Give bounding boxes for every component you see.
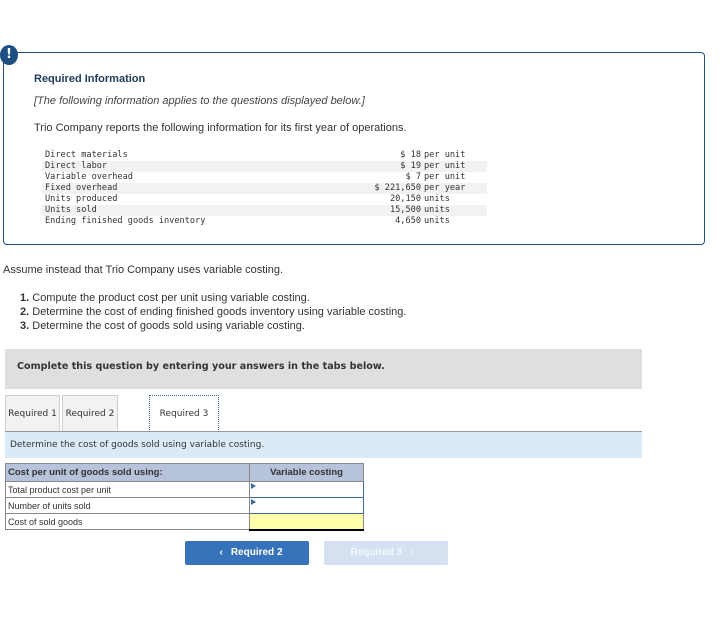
data-label: Units produced <box>45 194 118 204</box>
task-number: 2. <box>20 306 30 318</box>
input-flag-icon <box>251 483 256 489</box>
total-product-cost-cell <box>249 481 364 498</box>
answer-row-label: Number of units sold <box>5 497 250 514</box>
chevron-right-icon: › <box>410 547 414 558</box>
previous-button-label: Required 2 <box>230 547 283 558</box>
data-label: Variable overhead <box>45 172 133 182</box>
tab-required-3[interactable]: Required 3 <box>149 395 219 432</box>
data-row: Direct materials $ 18 per unit <box>42 150 487 161</box>
task-number: 3. <box>20 320 30 332</box>
task-item: 3. Determine the cost of goods sold usin… <box>20 319 406 333</box>
data-label: Direct materials <box>45 150 128 160</box>
chevron-left-icon: ‹ <box>219 547 223 558</box>
task-list: 1. Compute the product cost per unit usi… <box>20 291 406 333</box>
complete-question-banner: Complete this question by entering your … <box>5 349 642 389</box>
next-required-3-button[interactable]: Required 3 › <box>324 541 448 565</box>
data-unit: units <box>424 216 450 226</box>
task-number: 1. <box>20 292 30 304</box>
data-unit: units <box>421 205 487 216</box>
answer-row-label: Total product cost per unit <box>5 481 250 498</box>
answer-row: Number of units sold <box>5 497 364 514</box>
answer-row-label: Cost of sold goods <box>5 513 250 530</box>
task-text: Determine the cost of ending finished go… <box>32 306 407 318</box>
required-information-note: [The following information applies to th… <box>34 95 365 107</box>
task-text: Determine the cost of goods sold using v… <box>32 320 305 332</box>
data-label: Ending finished goods inventory <box>45 216 206 226</box>
input-flag-icon <box>251 499 256 505</box>
answer-header-row: Cost per unit of goods sold using: Varia… <box>5 463 364 482</box>
data-value: $ 18 <box>400 150 421 160</box>
total-product-cost-input[interactable] <box>250 482 363 497</box>
exclamation-icon: ! <box>0 45 18 65</box>
data-unit: units <box>424 194 450 204</box>
instruction-banner: Determine the cost of goods sold using v… <box>5 431 642 458</box>
task-text: Compute the product cost per unit using … <box>32 292 310 304</box>
data-row: Ending finished goods inventory 4,650 unit… <box>42 216 487 227</box>
data-unit: per unit <box>421 161 487 172</box>
units-sold-cell <box>249 497 364 514</box>
answer-header-variable-costing: Variable costing <box>249 463 364 482</box>
data-value: $ 19 <box>308 161 421 172</box>
required-information-intro: Trio Company reports the following infor… <box>34 122 407 134</box>
data-row: Fixed overhead $ 221,650 per year <box>42 183 487 194</box>
data-value: $ 7 <box>405 172 421 182</box>
task-item: 2. Determine the cost of ending finished… <box>20 305 406 319</box>
data-row: Direct labor $ 19 per unit <box>42 161 487 172</box>
tab-required-2[interactable]: Required 2 <box>62 395 118 431</box>
data-value: 15,500 <box>308 205 421 216</box>
cost-of-sold-goods-total <box>249 513 364 531</box>
previous-required-2-button[interactable]: ‹ Required 2 <box>185 541 309 565</box>
data-unit: per unit <box>424 172 466 182</box>
answer-header-label: Cost per unit of goods sold using: <box>5 463 250 482</box>
task-item: 1. Compute the product cost per unit usi… <box>20 291 406 305</box>
data-value: 20,150 <box>389 194 421 204</box>
answer-row: Cost of sold goods <box>5 513 364 531</box>
data-row: Units produced 20,150 units <box>42 194 487 205</box>
answer-table: Cost per unit of goods sold using: Varia… <box>5 463 364 531</box>
units-sold-input[interactable] <box>250 498 363 513</box>
data-label: Direct labor <box>42 161 308 172</box>
data-label: Units sold <box>42 205 308 216</box>
company-data-table: Direct materials $ 18 per unit Direct labo… <box>42 150 487 227</box>
data-value: 4,650 <box>395 216 421 226</box>
next-button-label: Required 3 <box>350 547 403 558</box>
assumption-text: Assume instead that Trio Company uses va… <box>3 264 284 276</box>
data-label: Fixed overhead <box>42 183 308 194</box>
required-information-title: Required Information <box>34 73 146 85</box>
answer-row: Total product cost per unit <box>5 481 364 498</box>
data-unit: per unit <box>424 150 466 160</box>
data-unit: per year <box>421 183 487 194</box>
instruction-text: Determine the cost of goods sold using v… <box>10 440 265 450</box>
complete-question-text: Complete this question by entering your … <box>17 361 385 372</box>
data-value: $ 221,650 <box>308 183 421 194</box>
data-row: Units sold 15,500 units <box>42 205 487 216</box>
data-row: Variable overhead $ 7 per unit <box>42 172 487 183</box>
tab-required-1[interactable]: Required 1 <box>5 395 60 431</box>
